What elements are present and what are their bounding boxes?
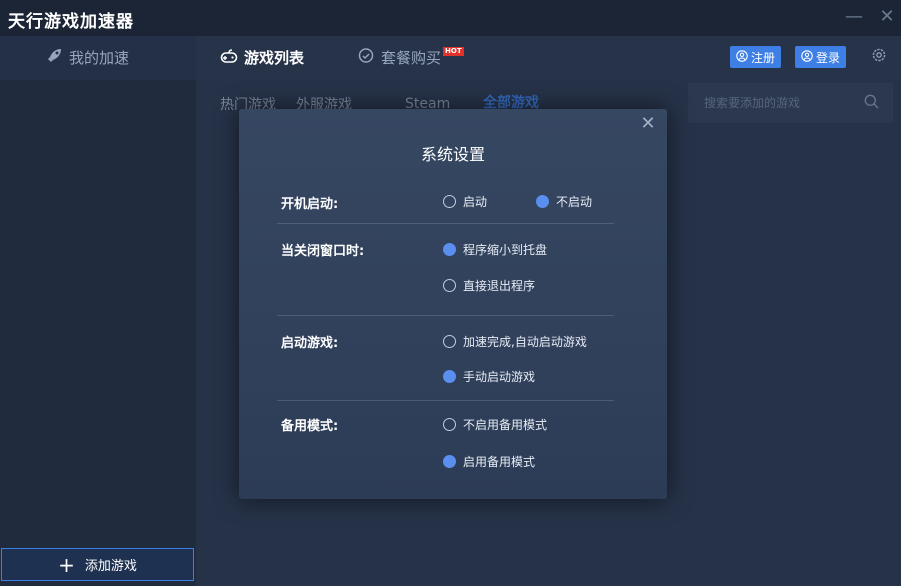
radio-minimize-to-tray[interactable]: 程序缩小到托盘 bbox=[443, 241, 547, 258]
add-game-button[interactable]: + 添加游戏 bbox=[1, 548, 194, 581]
minimize-button[interactable]: — bbox=[843, 6, 865, 28]
radio-unselected-icon bbox=[443, 279, 456, 292]
plus-icon: + bbox=[58, 552, 75, 577]
option-label: 启动 bbox=[463, 195, 488, 209]
nav-package-purchase[interactable]: 套餐购买 HOT bbox=[357, 47, 464, 68]
title-bar: 天行游戏加速器 — ✕ bbox=[0, 0, 901, 36]
radio-auto-launch[interactable]: 加速完成,自动启动游戏 bbox=[443, 333, 587, 350]
nav-my-accelerate-label: 我的加速 bbox=[69, 49, 130, 67]
package-icon bbox=[357, 47, 375, 68]
add-game-label: 添加游戏 bbox=[84, 559, 137, 574]
startup-label: 开机启动: bbox=[281, 197, 339, 212]
launch-game-label: 启动游戏: bbox=[281, 336, 339, 351]
radio-startup-on[interactable]: 启动 bbox=[443, 193, 487, 210]
option-label: 不启用备用模式 bbox=[463, 418, 548, 432]
option-label: 加速完成,自动启动游戏 bbox=[463, 335, 587, 349]
radio-selected-icon bbox=[443, 455, 456, 468]
nav-game-list[interactable]: 游戏列表 bbox=[220, 47, 304, 68]
divider bbox=[277, 400, 614, 401]
nav-package-label: 套餐购买 bbox=[381, 49, 442, 67]
radio-backup-on[interactable]: 启用备用模式 bbox=[443, 453, 535, 470]
radio-unselected-icon bbox=[443, 335, 456, 348]
nav-game-list-label: 游戏列表 bbox=[244, 49, 305, 67]
close-dialog-button[interactable]: ✕ bbox=[639, 115, 657, 133]
settings-gear-icon[interactable] bbox=[871, 47, 887, 67]
radio-exit-program[interactable]: 直接退出程序 bbox=[443, 277, 535, 294]
divider bbox=[277, 223, 614, 224]
user-icon bbox=[736, 49, 748, 65]
radio-unselected-icon bbox=[443, 418, 456, 431]
option-label: 直接退出程序 bbox=[463, 279, 536, 293]
app-title: 天行游戏加速器 bbox=[8, 12, 134, 32]
sidebar bbox=[0, 80, 196, 586]
register-label: 注册 bbox=[751, 50, 776, 65]
radio-selected-icon bbox=[443, 370, 456, 383]
on-close-label: 当关闭窗口时: bbox=[281, 244, 365, 259]
hot-badge: HOT bbox=[443, 47, 464, 56]
nav-bar: 我的加速 游戏列表 套餐购买 HOT 注册 登录 bbox=[0, 36, 901, 80]
nav-my-accelerate[interactable]: 我的加速 bbox=[45, 47, 129, 68]
dialog-title: 系统设置 bbox=[420, 145, 485, 164]
system-settings-dialog: ✕ 系统设置 开机启动: 启动 不启动 当关闭窗口时: 程序缩小到托盘 直接退出… bbox=[239, 109, 667, 499]
gamepad-icon bbox=[220, 48, 238, 68]
divider bbox=[277, 315, 614, 316]
radio-manual-launch[interactable]: 手动启动游戏 bbox=[443, 368, 535, 385]
option-label: 程序缩小到托盘 bbox=[463, 243, 548, 257]
rocket-icon bbox=[45, 47, 63, 68]
login-label: 登录 bbox=[816, 50, 841, 65]
close-window-button[interactable]: ✕ bbox=[876, 6, 898, 28]
radio-startup-off[interactable]: 不启动 bbox=[536, 193, 592, 210]
option-label: 启用备用模式 bbox=[463, 455, 536, 469]
login-button[interactable]: 登录 bbox=[795, 46, 847, 68]
radio-backup-off[interactable]: 不启用备用模式 bbox=[443, 416, 547, 433]
user-icon bbox=[801, 49, 813, 65]
option-label: 不启动 bbox=[556, 195, 593, 209]
radio-selected-icon bbox=[443, 243, 456, 256]
radio-unselected-icon bbox=[443, 195, 456, 208]
radio-selected-icon bbox=[536, 195, 549, 208]
register-button[interactable]: 注册 bbox=[730, 46, 782, 68]
option-label: 手动启动游戏 bbox=[463, 370, 536, 384]
backup-mode-label: 备用模式: bbox=[281, 419, 339, 434]
